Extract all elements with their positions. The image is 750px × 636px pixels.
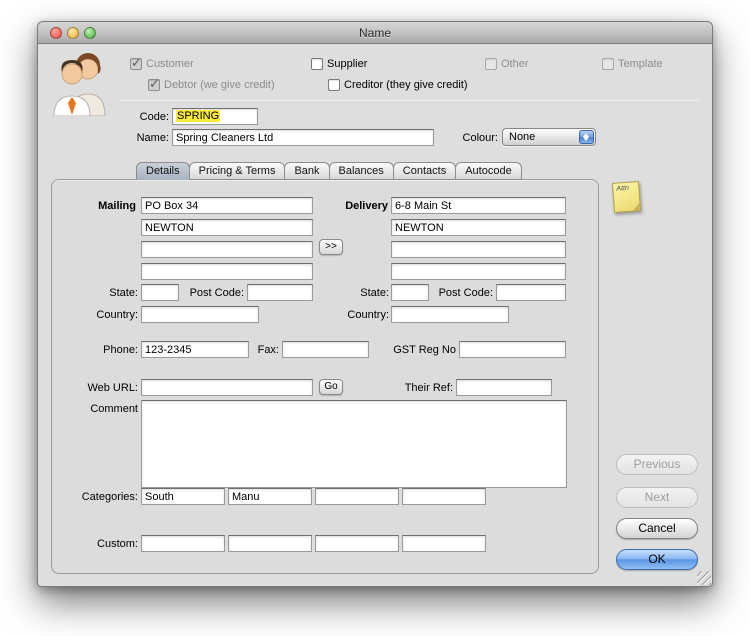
delivery-country-label: Country:: [347, 309, 389, 321]
debtor-checkbox-label: Debtor (we give credit): [164, 79, 275, 91]
template-checkbox[interactable]: [602, 58, 614, 70]
cancel-button[interactable]: Cancel: [616, 518, 698, 539]
sticky-note-label: Attn: [616, 184, 630, 193]
screenshot-canvas: Name Customer Supplier Other Template De…: [0, 0, 750, 636]
creditor-checkbox[interactable]: [328, 79, 340, 91]
tab-autocode-label: Autocode: [465, 165, 512, 177]
tab-balances[interactable]: Balances: [328, 162, 394, 180]
previous-button[interactable]: Previous: [616, 454, 698, 475]
delivery-label: Delivery: [345, 200, 388, 212]
colour-select[interactable]: None: [502, 128, 596, 146]
colour-selected-value: None: [509, 131, 536, 143]
tab-bank[interactable]: Bank: [284, 162, 330, 180]
name-label: Name:: [136, 132, 169, 144]
custom-2-input[interactable]: [228, 535, 312, 552]
tab-contacts[interactable]: Contacts: [392, 162, 457, 180]
tab-details-label: Details: [146, 165, 180, 177]
supplier-checkbox[interactable]: [311, 58, 323, 70]
other-checkbox[interactable]: [485, 58, 497, 70]
tab-autocode[interactable]: Autocode: [455, 162, 522, 180]
tab-bar: Details Pricing & Terms Bank Balances Co…: [136, 162, 522, 180]
tab-contacts-label: Contacts: [402, 165, 447, 177]
name-input[interactable]: [172, 129, 434, 146]
delivery-address-line2-input[interactable]: [391, 219, 566, 236]
code-value-highlight: SPRING: [176, 110, 221, 122]
phone-input[interactable]: [141, 341, 249, 358]
comment-label: Comment: [90, 403, 138, 415]
gst-reg-no-label: GST Reg No: [393, 344, 456, 356]
next-button[interactable]: Next: [616, 487, 698, 508]
template-checkbox-label: Template: [618, 58, 663, 70]
mailing-country-input[interactable]: [141, 306, 259, 323]
comment-textarea[interactable]: [141, 400, 567, 488]
mailing-postcode-input[interactable]: [247, 284, 313, 301]
mailing-country-label: Country:: [96, 309, 138, 321]
category-1-input[interactable]: [141, 488, 225, 505]
customer-checkbox-label: Customer: [146, 58, 194, 70]
resize-grip[interactable]: [697, 571, 711, 585]
delivery-address-line3-input[interactable]: [391, 241, 566, 258]
mailing-label: Mailing: [98, 200, 136, 212]
fax-label: Fax:: [257, 344, 279, 356]
delivery-address-line4-input[interactable]: [391, 263, 566, 280]
mailing-address-line1-input[interactable]: [141, 197, 313, 214]
custom-3-input[interactable]: [315, 535, 399, 552]
code-input[interactable]: SPRING: [172, 108, 258, 125]
mailing-address-line3-input[interactable]: [141, 241, 313, 258]
other-checkbox-label: Other: [501, 58, 529, 70]
debtor-checkbox[interactable]: [148, 76, 160, 92]
customer-avatar-icon: [53, 52, 107, 121]
chevron-up-down-icon: [579, 130, 594, 144]
gst-reg-no-input[interactable]: [459, 341, 566, 358]
tab-pricing-terms[interactable]: Pricing & Terms: [188, 162, 286, 180]
mailing-state-input[interactable]: [141, 284, 179, 301]
category-2-input[interactable]: [228, 488, 312, 505]
creditor-checkbox-label: Creditor (they give credit): [344, 79, 468, 91]
colour-label: Colour:: [462, 132, 498, 144]
their-ref-label: Their Ref:: [404, 382, 453, 394]
name-window: Name Customer Supplier Other Template De…: [37, 21, 713, 587]
tab-details[interactable]: Details: [136, 162, 190, 180]
ok-button[interactable]: OK: [616, 549, 698, 570]
mailing-address-line4-input[interactable]: [141, 263, 313, 280]
sticky-note-fold: [632, 203, 640, 211]
categories-label: Categories:: [81, 491, 138, 503]
phone-label: Phone:: [103, 344, 138, 356]
web-url-input[interactable]: [141, 379, 313, 396]
web-url-label: Web URL:: [87, 382, 138, 394]
delivery-state-label: State:: [360, 287, 389, 299]
copy-mailing-to-delivery-button[interactable]: >>: [319, 239, 343, 255]
category-3-input[interactable]: [315, 488, 399, 505]
delivery-postcode-label: Post Code:: [438, 287, 493, 299]
section-divider: [121, 100, 699, 101]
mailing-postcode-label: Post Code:: [189, 287, 244, 299]
delivery-state-input[interactable]: [391, 284, 429, 301]
mailing-address-line2-input[interactable]: [141, 219, 313, 236]
code-label: Code:: [139, 111, 169, 123]
supplier-checkbox-label: Supplier: [327, 58, 368, 70]
their-ref-input[interactable]: [456, 379, 552, 396]
customer-checkbox[interactable]: [130, 55, 142, 71]
tab-pricing-terms-label: Pricing & Terms: [198, 165, 276, 177]
window-title: Name: [358, 26, 391, 40]
custom-4-input[interactable]: [402, 535, 486, 552]
delivery-address-line1-input[interactable]: [391, 197, 566, 214]
delivery-postcode-input[interactable]: [496, 284, 566, 301]
tab-bank-label: Bank: [294, 165, 320, 177]
go-button[interactable]: Go: [319, 379, 343, 395]
mailing-state-label: State:: [109, 287, 138, 299]
custom-label: Custom:: [97, 538, 138, 550]
delivery-country-input[interactable]: [391, 306, 509, 323]
category-4-input[interactable]: [402, 488, 486, 505]
custom-1-input[interactable]: [141, 535, 225, 552]
fax-input[interactable]: [282, 341, 369, 358]
window-titlebar[interactable]: Name: [38, 22, 712, 44]
sticky-note-icon[interactable]: Attn: [611, 181, 642, 213]
tab-balances-label: Balances: [338, 165, 384, 177]
